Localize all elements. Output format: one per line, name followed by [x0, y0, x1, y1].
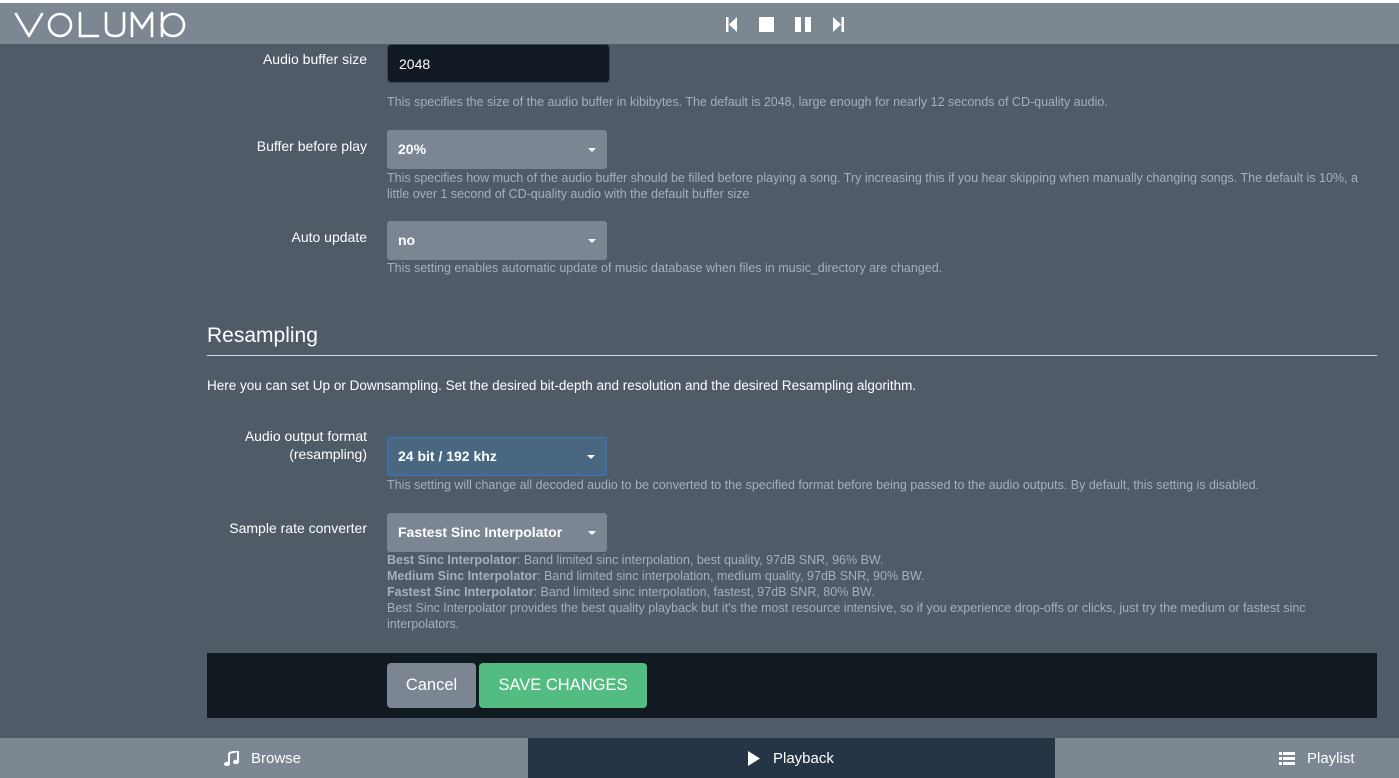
list-icon — [1279, 751, 1295, 765]
save-changes-button[interactable]: SAVE CHANGES — [479, 663, 647, 708]
buffer-before-play-select[interactable]: 20% — [387, 130, 607, 169]
settings-panel: Audio buffer size This specifies the siz… — [0, 44, 1399, 738]
resampling-title: Resampling — [207, 324, 318, 347]
buffer-before-play-value: 20% — [398, 141, 427, 157]
auto-update-select[interactable]: no — [387, 221, 607, 260]
tab-playback-label: Playback — [773, 749, 834, 767]
audio-buffer-input[interactable] — [387, 44, 610, 83]
sample-rate-converter-value: Fastest Sinc Interpolator — [398, 524, 563, 540]
sample-rate-converter-help: Best Sinc Interpolator: Band limited sin… — [387, 552, 1372, 632]
auto-update-value: no — [398, 232, 416, 248]
chevron-down-icon — [588, 147, 596, 152]
transport-controls — [726, 15, 865, 33]
chevron-down-icon — [587, 454, 595, 459]
audio-output-format-label: Audio output format (resampling) — [167, 427, 367, 463]
audio-output-format-label-line1: Audio output format — [244, 428, 367, 444]
audio-output-format-select[interactable]: 24 bit / 192 khz — [387, 437, 607, 476]
tab-browse-label: Browse — [251, 749, 302, 767]
top-header — [0, 0, 1399, 44]
auto-update-label: Auto update — [291, 229, 367, 245]
tab-browse[interactable]: Browse — [0, 738, 528, 778]
tab-playback[interactable]: Playback — [528, 738, 1055, 778]
previous-icon[interactable] — [726, 16, 738, 32]
auto-update-help: This setting enables automatic update of… — [387, 261, 943, 275]
pause-icon[interactable] — [795, 16, 811, 32]
tab-playlist[interactable]: Playlist — [1055, 738, 1399, 778]
cancel-button[interactable]: Cancel — [387, 663, 476, 708]
medium-sinc-name: Medium Sinc Interpolator — [387, 569, 538, 583]
audio-output-format-help: This setting will change all decoded aud… — [387, 478, 1260, 492]
play-icon — [748, 750, 760, 766]
audio-buffer-label: Audio buffer size — [262, 51, 367, 67]
stop-icon[interactable] — [759, 16, 774, 32]
section-divider — [207, 355, 1377, 356]
bottom-navigation: Browse Playback Playlist — [0, 738, 1399, 778]
sinc-interpolator-note: Best Sinc Interpolator provides the best… — [387, 601, 1306, 631]
best-sinc-name: Best Sinc Interpolator — [387, 553, 517, 567]
sample-rate-converter-select[interactable]: Fastest Sinc Interpolator — [387, 513, 607, 552]
music-note-icon — [224, 750, 239, 766]
next-icon[interactable] — [832, 16, 844, 32]
audio-output-format-label-line2: (resampling) — [289, 446, 367, 462]
fastest-sinc-name: Fastest Sinc Interpolator — [387, 585, 534, 599]
audio-output-format-value: 24 bit / 192 khz — [398, 448, 497, 464]
buffer-before-play-help: This specifies how much of the audio buf… — [387, 171, 1358, 201]
audio-buffer-help: This specifies the size of the audio buf… — [387, 95, 1108, 109]
sample-rate-converter-label: Sample rate converter — [229, 520, 367, 536]
tab-playlist-label: Playlist — [1307, 749, 1355, 767]
medium-sinc-desc: : Band limited sinc interpolation, mediu… — [537, 569, 925, 583]
resampling-description: Here you can set Up or Downsampling. Set… — [207, 378, 917, 393]
chevron-down-icon — [588, 238, 596, 243]
buffer-before-play-label: Buffer before play — [256, 138, 367, 154]
action-bar: Cancel SAVE CHANGES — [207, 653, 1377, 718]
best-sinc-desc: : Band limited sinc interpolation, best … — [516, 553, 884, 567]
fastest-sinc-desc: : Band limited sinc interpolation, faste… — [533, 585, 875, 599]
chevron-down-icon — [588, 530, 596, 535]
volumio-logo[interactable] — [14, 6, 186, 42]
